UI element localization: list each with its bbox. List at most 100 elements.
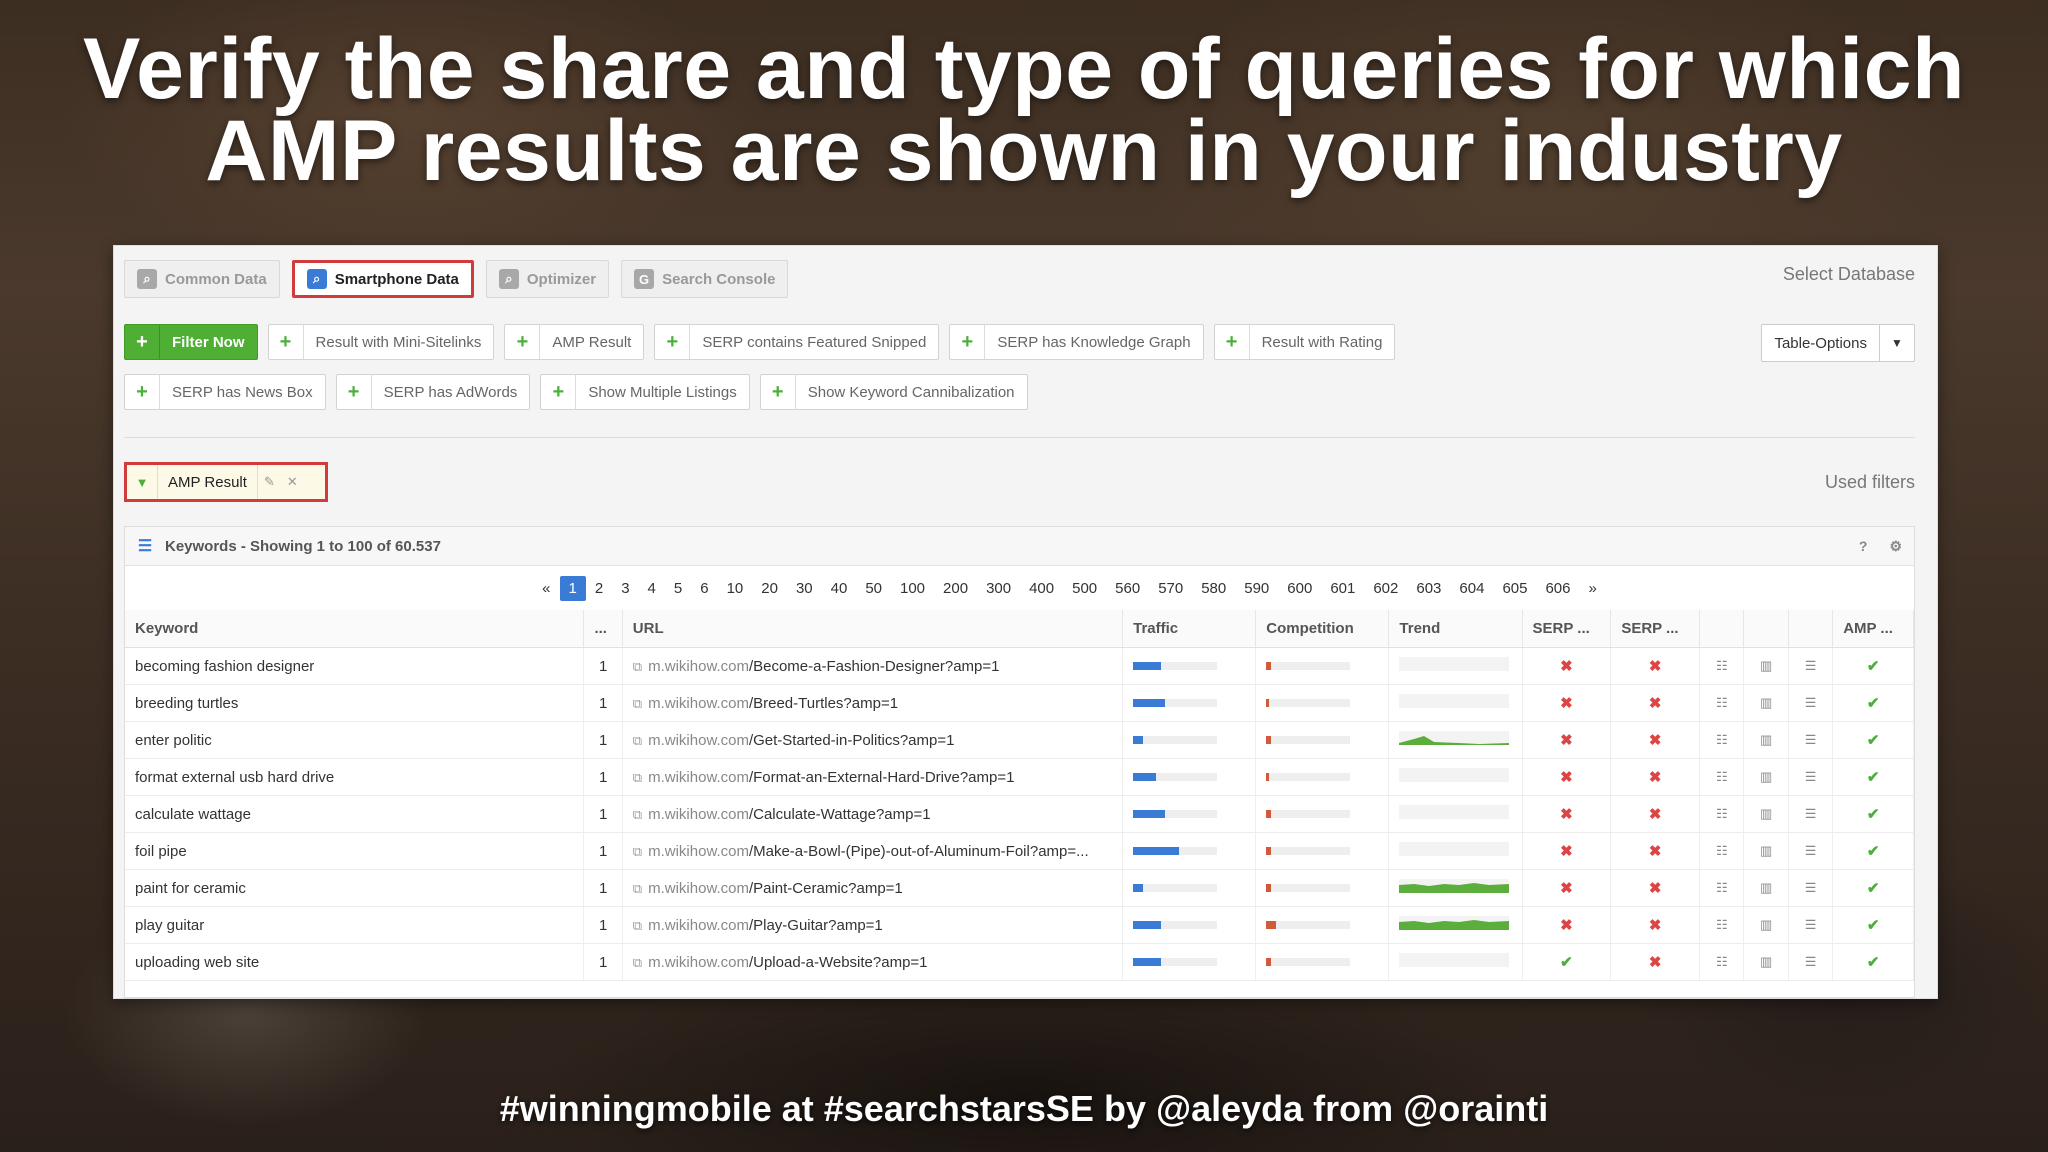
table-row[interactable]: uploading web site 1 ⧉ m.wikihow.com/Upload…	[125, 943, 1914, 981]
chart-icon[interactable]: ▥	[1743, 684, 1789, 722]
page-link[interactable]: 400	[1020, 576, 1063, 601]
chart-icon[interactable]: ▥	[1743, 869, 1789, 907]
close-icon[interactable]: ✕	[281, 465, 304, 499]
table-row[interactable]: play guitar 1 ⧉ m.wikihow.com/Play-Guitar?a…	[125, 906, 1914, 944]
filter-button-show-multiple-listings[interactable]: + Show Multiple Listings	[540, 374, 750, 410]
page-link[interactable]: 3	[612, 576, 638, 601]
url-cell[interactable]: ⧉ m.wikihow.com/Format-an-External-Hard-D…	[622, 758, 1124, 796]
url-cell[interactable]: ⧉ m.wikihow.com/Become-a-Fashion-Designer…	[622, 647, 1124, 685]
page-link[interactable]: 580	[1192, 576, 1235, 601]
select-database-link[interactable]: Select Database	[1783, 264, 1915, 285]
page-link[interactable]: 1	[559, 575, 586, 601]
page-link[interactable]: 40	[822, 576, 857, 601]
page-link[interactable]: «	[533, 576, 559, 601]
table-row[interactable]: paint for ceramic 1 ⧉ m.wikihow.com/Paint-C…	[125, 869, 1914, 907]
external-link-icon[interactable]: ⧉	[633, 733, 642, 748]
table-row[interactable]: becoming fashion designer 1 ⧉ m.wikihow.com…	[125, 647, 1914, 685]
chart-icon[interactable]: ▥	[1743, 721, 1789, 759]
tab-common-data[interactable]: ⌕ Common Data	[124, 260, 280, 298]
table-options-dropdown[interactable]: Table-Options ▼	[1761, 324, 1915, 362]
chart-icon[interactable]: ▥	[1743, 906, 1789, 944]
active-filter-chip[interactable]: ▼ AMP Result ✎ ✕	[124, 462, 328, 502]
list-icon[interactable]: ☰	[1788, 832, 1834, 870]
list-icon[interactable]: ☰	[1788, 647, 1834, 685]
page-link[interactable]: 2	[586, 576, 612, 601]
column-header[interactable]: Keyword	[125, 610, 585, 648]
page-link[interactable]: 605	[1493, 576, 1536, 601]
page-link[interactable]: 604	[1450, 576, 1493, 601]
column-header[interactable]: Trend	[1388, 610, 1523, 648]
filter-button-filter-now[interactable]: + Filter Now	[124, 324, 258, 360]
page-link[interactable]: 10	[718, 576, 753, 601]
page-link[interactable]: 600	[1278, 576, 1321, 601]
url-cell[interactable]: ⧉ m.wikihow.com/Paint-Ceramic?amp=1	[622, 869, 1124, 907]
external-link-icon[interactable]: ⧉	[633, 770, 642, 785]
column-header[interactable]: AMP ...	[1832, 610, 1914, 648]
filter-button-serp-has-news-box[interactable]: + SERP has News Box	[124, 374, 326, 410]
list-icon[interactable]: ☰	[1788, 943, 1834, 981]
page-link[interactable]: 560	[1106, 576, 1149, 601]
filter-button-show-keyword-cannibalization[interactable]: + Show Keyword Cannibalization	[759, 374, 1028, 410]
page-link[interactable]: 30	[787, 576, 822, 601]
column-header[interactable]	[1699, 610, 1745, 648]
column-header[interactable]: ...	[583, 610, 623, 648]
page-link[interactable]: 5	[665, 576, 691, 601]
page-link[interactable]: 500	[1063, 576, 1106, 601]
help-icon[interactable]: ?	[1859, 538, 1868, 555]
column-header[interactable]: Competition	[1255, 610, 1390, 648]
list-icon[interactable]: ☰	[1788, 906, 1834, 944]
column-header[interactable]: SERP ...	[1522, 610, 1612, 648]
list-icon[interactable]: ☰	[1788, 684, 1834, 722]
page-link[interactable]: 20	[752, 576, 787, 601]
url-cell[interactable]: ⧉ m.wikihow.com/Upload-a-Website?amp=1	[622, 943, 1124, 981]
details-icon[interactable]: ☷	[1699, 721, 1745, 759]
page-link[interactable]: 6	[691, 576, 717, 601]
tab-search-console[interactable]: G Search Console	[621, 260, 789, 298]
page-link[interactable]: 602	[1364, 576, 1407, 601]
column-header[interactable]	[1788, 610, 1834, 648]
tab-optimizer[interactable]: ⌕ Optimizer	[485, 260, 610, 298]
column-header[interactable]: SERP ...	[1610, 610, 1701, 648]
filter-button-serp-has-adwords[interactable]: + SERP has AdWords	[335, 374, 531, 410]
external-link-icon[interactable]: ⧉	[633, 881, 642, 896]
chart-icon[interactable]: ▥	[1743, 795, 1789, 833]
details-icon[interactable]: ☷	[1699, 795, 1745, 833]
list-icon[interactable]: ☰	[1788, 758, 1834, 796]
page-link[interactable]: 601	[1321, 576, 1364, 601]
page-link[interactable]: 606	[1536, 576, 1579, 601]
chart-icon[interactable]: ▥	[1743, 758, 1789, 796]
list-icon[interactable]: ☰	[1788, 721, 1834, 759]
external-link-icon[interactable]: ⧉	[633, 807, 642, 822]
table-row[interactable]: calculate wattage 1 ⧉ m.wikihow.com/Calcula…	[125, 795, 1914, 833]
details-icon[interactable]: ☷	[1699, 684, 1745, 722]
page-link[interactable]: 100	[891, 576, 934, 601]
gear-icon[interactable]: ⚙	[1889, 538, 1902, 555]
external-link-icon[interactable]: ⧉	[633, 844, 642, 859]
column-header[interactable]: Traffic	[1122, 610, 1257, 648]
url-cell[interactable]: ⧉ m.wikihow.com/Play-Guitar?amp=1	[622, 906, 1124, 944]
filter-button-result-with-rating[interactable]: + Result with Rating	[1213, 324, 1396, 360]
details-icon[interactable]: ☷	[1699, 647, 1745, 685]
external-link-icon[interactable]: ⧉	[633, 696, 642, 711]
filter-button-serp-has-knowledge-graph[interactable]: + SERP has Knowledge Graph	[949, 324, 1204, 360]
table-row[interactable]: enter politic 1 ⧉ m.wikihow.com/Get-Started…	[125, 721, 1914, 759]
edit-icon[interactable]: ✎	[258, 465, 281, 499]
chevron-down-icon[interactable]: ▼	[1880, 325, 1914, 361]
list-icon[interactable]: ☰	[1788, 869, 1834, 907]
chart-icon[interactable]: ▥	[1743, 943, 1789, 981]
page-link[interactable]: 300	[977, 576, 1020, 601]
external-link-icon[interactable]: ⧉	[633, 955, 642, 970]
chart-icon[interactable]: ▥	[1743, 832, 1789, 870]
tab-smartphone-data[interactable]: ⌕ Smartphone Data	[291, 260, 474, 298]
url-cell[interactable]: ⧉ m.wikihow.com/Calculate-Wattage?amp=1	[622, 795, 1124, 833]
page-link[interactable]: 50	[856, 576, 891, 601]
table-row[interactable]: foil pipe 1 ⧉ m.wikihow.com/Make-a-Bowl-(Pi…	[125, 832, 1914, 870]
page-link[interactable]: »	[1580, 576, 1606, 601]
details-icon[interactable]: ☷	[1699, 869, 1745, 907]
page-link[interactable]: 4	[639, 576, 665, 601]
table-row[interactable]: format external usb hard drive 1 ⧉ m.wikiho…	[125, 758, 1914, 796]
page-link[interactable]: 603	[1407, 576, 1450, 601]
details-icon[interactable]: ☷	[1699, 943, 1745, 981]
filter-button-amp-result[interactable]: + AMP Result	[504, 324, 645, 360]
page-link[interactable]: 570	[1149, 576, 1192, 601]
